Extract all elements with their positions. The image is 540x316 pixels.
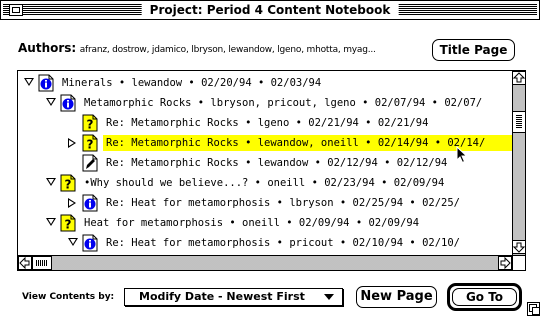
vertical-scrollbar[interactable] [512, 71, 525, 255]
svg-text:?: ? [87, 138, 94, 152]
info-page-icon[interactable] [82, 194, 98, 212]
authors-label: Authors: [18, 41, 77, 55]
info-page-icon[interactable] [38, 74, 54, 92]
new-page-button[interactable]: New Page [356, 286, 437, 308]
svg-text:?: ? [65, 178, 72, 192]
entry-title: •Why should we believe...? • oneill • 02… [84, 177, 445, 189]
authors-row: Authors: afranz, dostrow, jdamico, lbrys… [18, 41, 376, 55]
notebook-entry-row[interactable]: ? Heat for metamorphosis • oneill • 02/09… [18, 213, 512, 233]
disclosure-triangle-closed-icon[interactable] [68, 138, 76, 148]
disclosure-triangle-closed-icon[interactable] [68, 198, 76, 208]
horizontal-scroll-thumb[interactable] [32, 256, 52, 270]
horizontal-scrollbar[interactable] [18, 255, 512, 270]
vertical-scroll-thumb[interactable] [512, 111, 525, 133]
svg-text:?: ? [87, 118, 94, 132]
mouse-pointer-icon [456, 146, 468, 164]
title-bar[interactable]: Project: Period 4 Content Notebook [0, 0, 540, 20]
question-page-icon[interactable]: ? [82, 134, 98, 152]
window-title: Project: Period 4 Content Notebook [141, 3, 399, 18]
info-page-icon[interactable] [60, 94, 76, 112]
entry-title: Re: Heat for metamorphosis • lbryson • 0… [106, 197, 461, 209]
resize-box-icon[interactable] [527, 302, 540, 316]
entry-title: Heat for metamorphosis • oneill • 02/09/… [84, 217, 420, 229]
entry-title: Re: Metamorphic Rocks • lgeno • 02/21/94… [106, 117, 429, 129]
notebook-entry-row[interactable]: Re: Heat for metamorphosis • lbryson • 0… [18, 193, 512, 213]
disclosure-triangle-open-icon[interactable] [24, 78, 34, 86]
notebook-list-panel: Minerals • lewandow • 02/20/94 • 02/03/9… [17, 70, 526, 271]
notebook-entry-row[interactable]: Re: Heat for metamorphosis • pricout • 0… [18, 233, 512, 253]
notebook-entry-row[interactable]: Minerals • lewandow • 02/20/94 • 02/03/9… [18, 73, 512, 93]
disclosure-triangle-open-icon[interactable] [46, 178, 56, 186]
entry-title: Re: Metamorphic Rocks • lewandow • 02/12… [106, 157, 448, 169]
notebook-entry-row[interactable]: ? Re: Metamorphic Rocks • lgeno • 02/21/9… [18, 113, 512, 133]
entry-title: Re: Metamorphic Rocks • lewandow, oneill… [106, 137, 486, 149]
dropdown-arrow-icon [324, 294, 334, 300]
authors-list: afranz, dostrow, jdamico, lbryson, lewan… [79, 45, 376, 55]
entry-title: Metamorphic Rocks • lbryson, pricout, lg… [84, 97, 483, 109]
scroll-right-arrow-icon[interactable] [498, 256, 512, 270]
scroll-up-arrow-icon[interactable] [512, 71, 525, 85]
notebook-entries: Minerals • lewandow • 02/20/94 • 02/03/9… [18, 71, 512, 255]
notebook-entry-row[interactable]: Re: Metamorphic Rocks • lewandow • 02/12… [18, 153, 512, 173]
go-to-button[interactable]: Go To [452, 288, 517, 306]
scroll-left-arrow-icon[interactable] [18, 256, 32, 270]
disclosure-triangle-open-icon[interactable] [46, 218, 56, 226]
go-to-default-ring: Go To [447, 283, 522, 311]
view-contents-dropdown[interactable]: Modify Date - Newest First [124, 288, 343, 306]
notebook-entry-row[interactable]: ? Re: Metamorphic Rocks • lewandow, oneil… [18, 133, 512, 153]
entry-title: Re: Heat for metamorphosis • pricout • 0… [106, 237, 461, 249]
svg-text:?: ? [65, 218, 72, 232]
notebook-entry-row[interactable]: ? •Why should we believe...? • oneill • 0… [18, 173, 512, 193]
question-page-icon[interactable]: ? [82, 114, 98, 132]
pen-page-icon[interactable] [82, 154, 98, 172]
scroll-down-arrow-icon[interactable] [512, 240, 525, 254]
question-page-icon[interactable]: ? [60, 214, 76, 232]
disclosure-triangle-open-icon[interactable] [68, 238, 78, 246]
title-page-button[interactable]: Title Page [432, 39, 515, 61]
notebook-entry-row[interactable]: Metamorphic Rocks • lbryson, pricout, lg… [18, 93, 512, 113]
question-page-icon[interactable]: ? [60, 174, 76, 192]
close-box[interactable] [9, 4, 23, 16]
entry-title: Minerals • lewandow • 02/20/94 • 02/03/9… [62, 77, 322, 89]
disclosure-triangle-open-icon[interactable] [46, 98, 56, 106]
view-contents-label: View Contents by: [22, 292, 115, 302]
info-page-icon[interactable] [82, 234, 98, 252]
scroll-corner [512, 255, 525, 270]
view-contents-value: Modify Date - Newest First [139, 290, 305, 303]
